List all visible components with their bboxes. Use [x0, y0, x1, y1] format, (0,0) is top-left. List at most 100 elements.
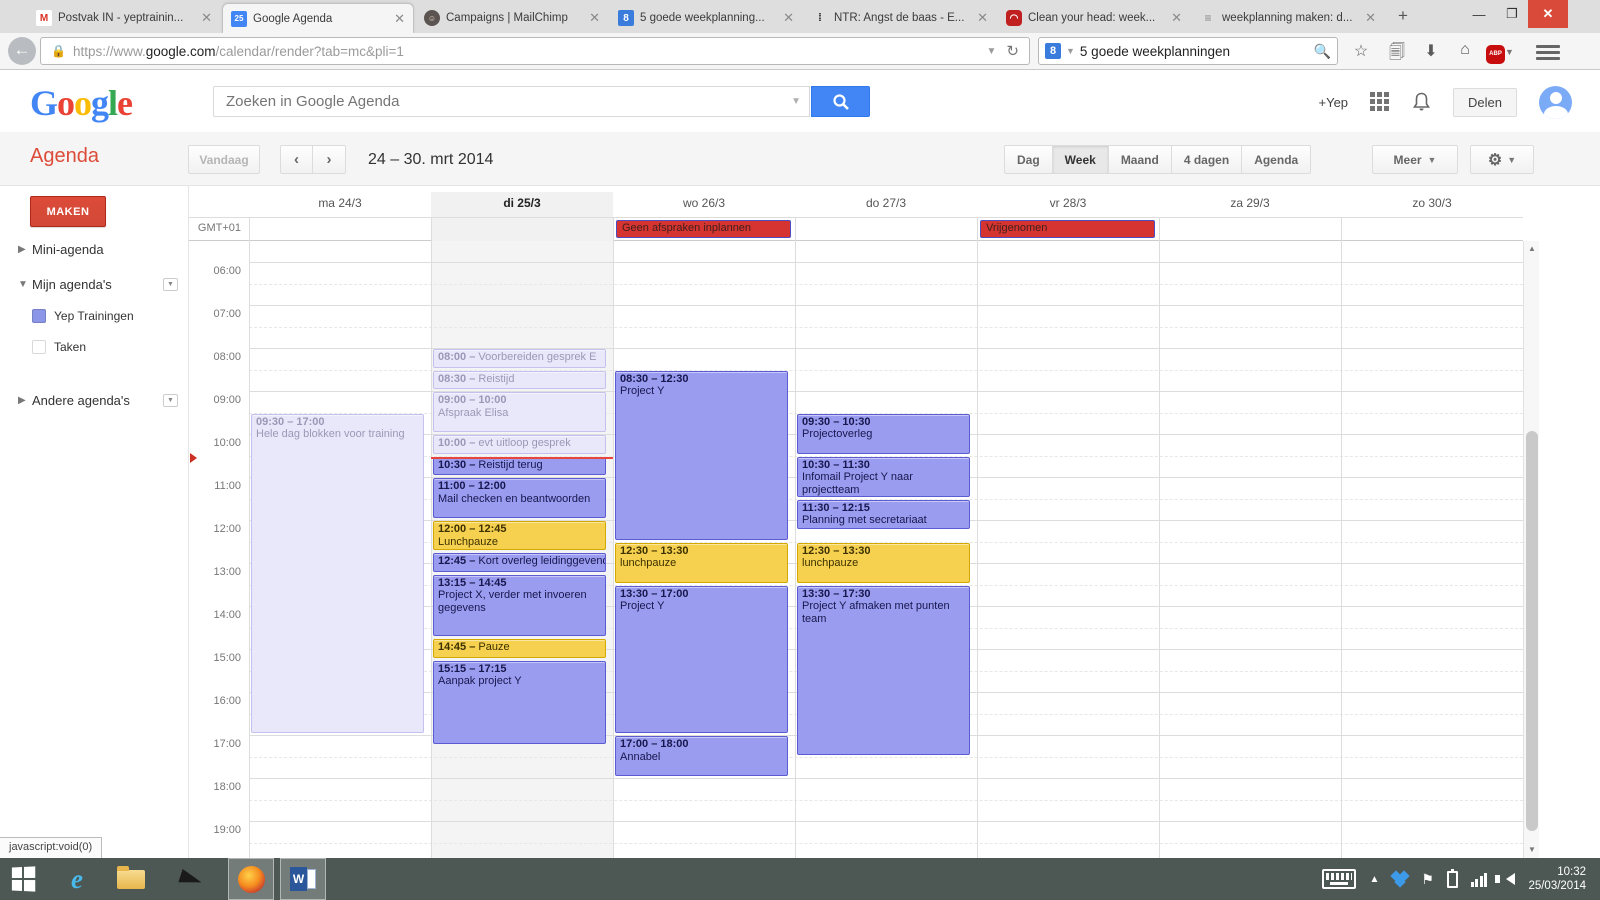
browser-tab[interactable]: MPostvak IN - yeptrainin...✕ — [28, 3, 220, 33]
tab-close-icon[interactable]: ✕ — [589, 10, 600, 26]
calendar-search-button[interactable] — [811, 86, 870, 117]
adblock-icon[interactable]: ABP▼ — [1486, 42, 1520, 62]
calendar-event[interactable]: 10:00 – evt uitloop gesprek — [433, 435, 606, 454]
day-header-wo[interactable]: wo 26/3 — [613, 192, 795, 217]
browser-tab[interactable]: ☺Campaigns | MailChimp✕ — [416, 3, 608, 33]
calendar-event[interactable]: 10:30 – Reistijd terug — [433, 457, 606, 476]
calendar-event[interactable]: 12:45 – Kort overleg leidinggevende — [433, 553, 606, 572]
downloads-icon[interactable]: ⬇ — [1418, 41, 1444, 63]
calendar-event[interactable]: 11:30 – 12:15Planning met secretariaat — [797, 500, 970, 529]
day-header-do[interactable]: do 27/3 — [795, 192, 977, 217]
calendar-event[interactable]: 09:30 – 10:30Projectoverleg — [797, 414, 970, 454]
browser-search-bar[interactable]: 8 ▼ 🔍 — [1038, 37, 1338, 65]
calendar-event[interactable]: 14:45 – Pauze — [433, 639, 606, 658]
browser-tab[interactable]: 25Google Agenda✕ — [222, 3, 414, 33]
home-icon[interactable]: ⌂ — [1452, 41, 1478, 63]
next-week-button[interactable]: › — [313, 145, 346, 174]
calendar-event[interactable]: 09:30 – 17:00Hele dag blokken voor train… — [251, 414, 424, 734]
speaker-icon[interactable] — [1500, 873, 1515, 885]
taskbar-ie-button[interactable]: e — [54, 858, 100, 900]
network-signal-icon[interactable] — [1471, 871, 1488, 887]
browser-tab[interactable]: ≡weekplanning maken: d...✕ — [1192, 3, 1384, 33]
search-engine-dropdown-icon[interactable]: ▼ — [1061, 46, 1080, 56]
calendar-event[interactable]: 15:15 – 17:15Aanpak project Y — [433, 661, 606, 744]
bookmarks-panel-icon[interactable]: 🗐 — [1384, 41, 1410, 63]
allday-cell[interactable] — [1159, 218, 1341, 241]
prev-week-button[interactable]: ‹ — [280, 145, 313, 174]
search-options-caret-icon[interactable]: ▼ — [791, 96, 809, 107]
day-header-zo[interactable]: zo 30/3 — [1341, 192, 1523, 217]
avatar[interactable] — [1539, 86, 1572, 119]
google-logo[interactable]: Google — [30, 82, 132, 124]
browser-tab[interactable]: ⁞NTR: Angst de baas - E...✕ — [804, 3, 996, 33]
new-tab-button[interactable]: + — [1388, 6, 1418, 28]
scroll-down-icon[interactable]: ▼ — [1524, 842, 1540, 858]
day-header-za[interactable]: za 29/3 — [1159, 192, 1341, 217]
create-event-button[interactable]: MAKEN — [30, 196, 106, 227]
calendar-event[interactable]: 12:30 – 13:30lunchpauze — [797, 543, 970, 583]
calendar-event[interactable]: 08:30 – 12:30Project Y — [615, 371, 788, 540]
view-button-agenda[interactable]: Agenda — [1242, 145, 1311, 174]
allday-cell[interactable] — [795, 218, 977, 241]
expand-right-icon[interactable]: ▶ — [18, 395, 32, 406]
search-magnifier-icon[interactable]: 🔍 — [1314, 43, 1331, 60]
taskbar-word-button[interactable]: W — [280, 858, 326, 900]
tab-close-icon[interactable]: ✕ — [1365, 10, 1376, 26]
scroll-up-icon[interactable]: ▲ — [1524, 241, 1540, 257]
other-agendas-dropdown-icon[interactable]: ▼ — [163, 394, 178, 407]
browser-search-input[interactable] — [1080, 44, 1314, 59]
tray-expand-icon[interactable]: ▲ — [1369, 874, 1379, 885]
day-header-ma[interactable]: ma 24/3 — [249, 192, 431, 217]
calendar-event[interactable]: 08:30 – Reistijd — [433, 371, 606, 390]
window-restore-button[interactable]: ❐ — [1496, 0, 1528, 28]
tab-close-icon[interactable]: ✕ — [201, 10, 212, 26]
reload-icon[interactable]: ↻ — [1002, 42, 1023, 60]
calendar-list-item[interactable]: Taken — [0, 336, 188, 358]
tab-close-icon[interactable]: ✕ — [1171, 10, 1182, 26]
tab-close-icon[interactable]: ✕ — [977, 10, 988, 26]
vertical-scrollbar[interactable]: ▲ ▼ — [1523, 241, 1539, 858]
share-button[interactable]: Delen — [1453, 88, 1517, 117]
taskbar-app-button[interactable] — [168, 858, 214, 900]
calendar-event[interactable]: 09:00 – 10:00Afspraak Elisa — [433, 392, 606, 432]
view-button-maand[interactable]: Maand — [1109, 145, 1172, 174]
start-button[interactable] — [0, 858, 46, 900]
sidebar-item-my-agendas[interactable]: ▼ Mijn agenda's ▼ — [0, 273, 188, 295]
allday-cell[interactable] — [249, 218, 431, 241]
dropbox-icon[interactable] — [1392, 871, 1408, 887]
battery-icon[interactable] — [1447, 871, 1458, 888]
view-button-dag[interactable]: Dag — [1004, 145, 1053, 174]
allday-event[interactable]: Vrijgenomen — [980, 220, 1155, 238]
more-button[interactable]: Meer▼ — [1372, 145, 1458, 174]
url-dropdown-icon[interactable]: ▼ — [981, 46, 1003, 57]
window-minimize-button[interactable]: — — [1462, 0, 1496, 28]
plus-profile-link[interactable]: +Yep — [1319, 95, 1349, 110]
address-bar[interactable]: 🔒 https://www.google.com/calendar/render… — [40, 37, 1030, 65]
sidebar-item-other-agendas[interactable]: ▶ Andere agenda's ▼ — [0, 389, 188, 411]
allday-cell[interactable] — [431, 218, 613, 241]
calendar-search-box[interactable]: ▼ — [213, 86, 810, 117]
browser-tab[interactable]: 85 goede weekplanning...✕ — [610, 3, 802, 33]
calendar-event[interactable]: 10:30 – 11:30Infomail Project Y naar pro… — [797, 457, 970, 497]
allday-event[interactable]: Geen afspraken inplannen — [616, 220, 791, 238]
today-button[interactable]: Vandaag — [188, 145, 260, 174]
bookmark-star-icon[interactable]: ☆ — [1348, 41, 1374, 63]
settings-gear-button[interactable]: ⚙▼ — [1470, 145, 1534, 174]
calendar-event[interactable]: 17:00 – 18:00Annabel — [615, 736, 788, 776]
taskbar-firefox-button[interactable] — [228, 858, 274, 900]
day-header-di[interactable]: di 25/3 — [431, 192, 613, 217]
tab-close-icon[interactable]: ✕ — [394, 11, 405, 27]
view-button-4-dagen[interactable]: 4 dagen — [1172, 145, 1242, 174]
window-close-button[interactable]: ✕ — [1528, 0, 1568, 28]
calendar-event[interactable]: 13:30 – 17:00Project Y — [615, 586, 788, 734]
calendar-color-swatch[interactable] — [32, 309, 46, 323]
calendar-event[interactable]: 12:30 – 13:30lunchpauze — [615, 543, 788, 583]
calendar-event[interactable]: 11:00 – 12:00Mail checken en beantwoorde… — [433, 478, 606, 518]
browser-tab[interactable]: ◠Clean your head: week...✕ — [998, 3, 1190, 33]
search-engine-icon[interactable]: 8 — [1045, 43, 1061, 59]
day-header-vr[interactable]: vr 28/3 — [977, 192, 1159, 217]
calendar-event[interactable]: 13:30 – 17:30Project Y afmaken met punte… — [797, 586, 970, 755]
calendar-search-input[interactable] — [214, 93, 791, 110]
back-button[interactable]: ← — [8, 37, 36, 65]
keyboard-icon[interactable] — [1322, 869, 1356, 889]
